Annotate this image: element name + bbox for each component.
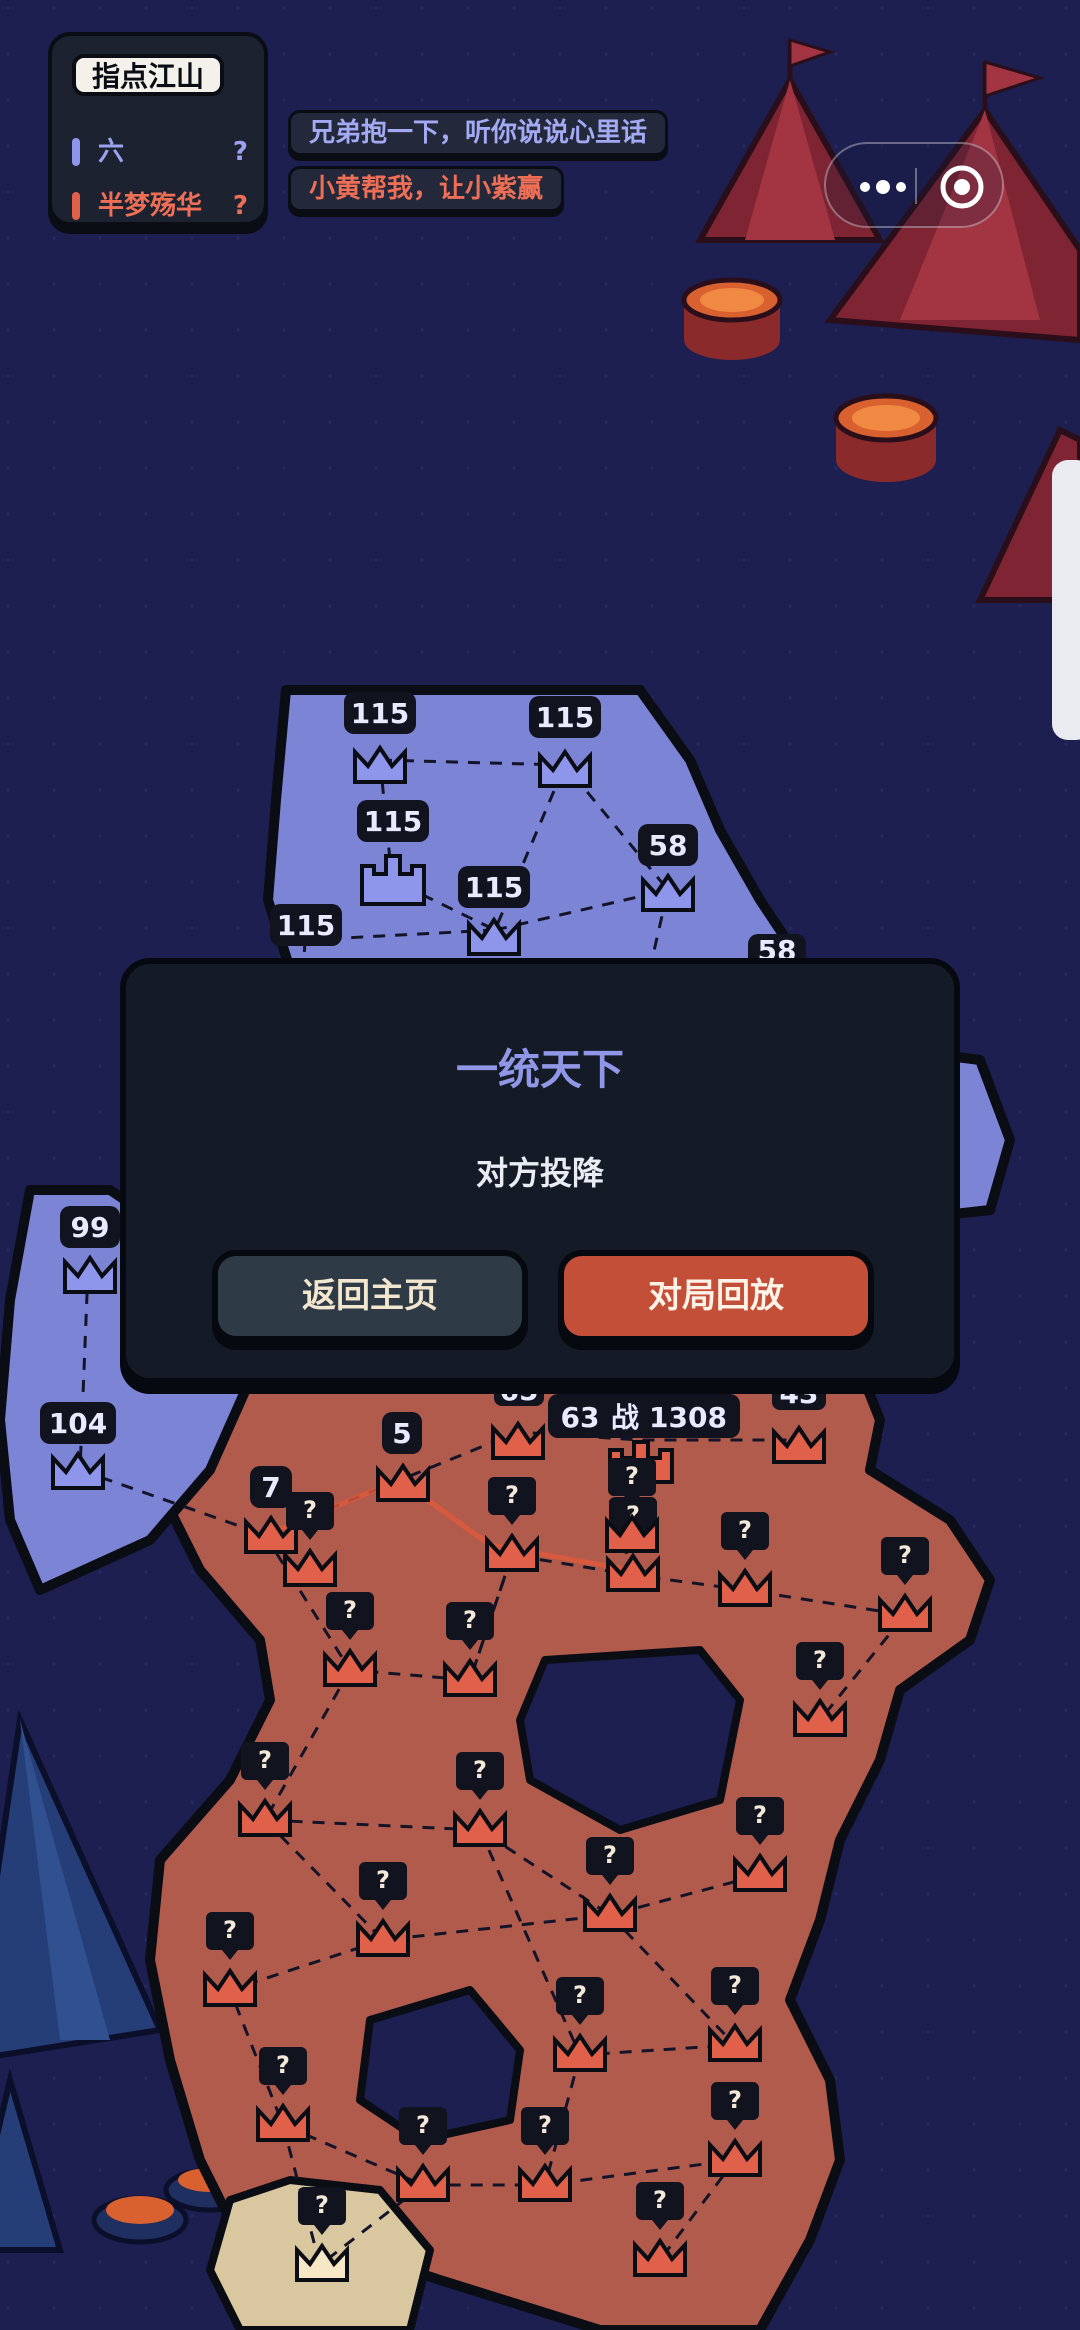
unknown-label: ? [728, 1971, 742, 1999]
unknown-label: ? [505, 1481, 519, 1509]
player-score: ? [232, 191, 248, 221]
svg-text:7: 7 [261, 1471, 280, 1504]
game-title: 指点江山 [72, 54, 225, 96]
unknown-label: ? [315, 2191, 329, 2219]
unknown-label: ? [573, 1981, 587, 2009]
unknown-label: ? [258, 1746, 272, 1774]
node-p6[interactable]: 115 [270, 904, 342, 946]
dialog-subtitle: 对方投降 [475, 1154, 604, 1192]
svg-text:115: 115 [364, 805, 422, 838]
scoreboard-panel: 指点江山 六 ? 半梦殇华 ? [48, 32, 268, 226]
more-dots-icon[interactable] [852, 168, 916, 204]
chat-bubble-red: 小黄帮我，让小紫赢 [288, 166, 565, 212]
capsule-divider [915, 168, 917, 204]
svg-text:115: 115 [277, 909, 335, 942]
chat-bubble-purple: 兄弟抱一下，听你说说心里话 [288, 110, 669, 156]
return-home-button[interactable]: 返回主页 [212, 1250, 528, 1342]
unknown-label: ? [538, 2111, 552, 2139]
unknown-label: ? [376, 1866, 390, 1894]
match-replay-button[interactable]: 对局回放 [558, 1250, 874, 1342]
unknown-label: ? [653, 2186, 667, 2214]
result-dialog: 一统天下 对方投降 返回主页 对局回放 [120, 958, 960, 1384]
player-name: 半梦殇华 [98, 191, 203, 221]
dialog-title: 一统天下 [455, 1045, 624, 1094]
svg-text:115: 115 [351, 697, 409, 730]
player-color-bar [72, 138, 80, 166]
svg-text:战: 战 [611, 1401, 639, 1434]
unknown-label: ? [343, 1596, 357, 1624]
unknown-label: ? [223, 1916, 237, 1944]
unknown-label: ? [276, 2051, 290, 2079]
miniprogram-capsule [824, 142, 1004, 228]
player-row-red: 半梦殇华 ? [72, 186, 252, 226]
unknown-label: ? [416, 2111, 430, 2139]
svg-text:104: 104 [49, 1407, 107, 1440]
player-row-purple: 六 ? [72, 132, 252, 172]
target-circle-icon[interactable] [938, 163, 986, 211]
svg-text:63: 63 [561, 1401, 600, 1434]
unknown-label: ? [738, 1516, 752, 1544]
side-drawer-handle[interactable] [1052, 460, 1080, 740]
unknown-label: ? [728, 2086, 742, 2114]
svg-text:99: 99 [71, 1211, 110, 1244]
unknown-label: ? [813, 1646, 827, 1674]
svg-text:1308: 1308 [649, 1401, 727, 1434]
player-name: 六 [98, 137, 125, 167]
svg-text:115: 115 [536, 701, 594, 734]
svg-text:115: 115 [465, 871, 523, 904]
player-color-bar [72, 192, 80, 220]
unknown-label: ? [303, 1496, 317, 1524]
unknown-label: ? [898, 1541, 912, 1569]
player-score: ? [232, 137, 248, 167]
svg-text:58: 58 [649, 829, 688, 862]
unknown-label: ? [625, 1462, 639, 1490]
svg-text:5: 5 [392, 1417, 411, 1450]
unknown-label: ? [463, 1606, 477, 1634]
unknown-label: ? [753, 1801, 767, 1829]
unknown-label: ? [603, 1841, 617, 1869]
unknown-label: ? [473, 1756, 487, 1784]
